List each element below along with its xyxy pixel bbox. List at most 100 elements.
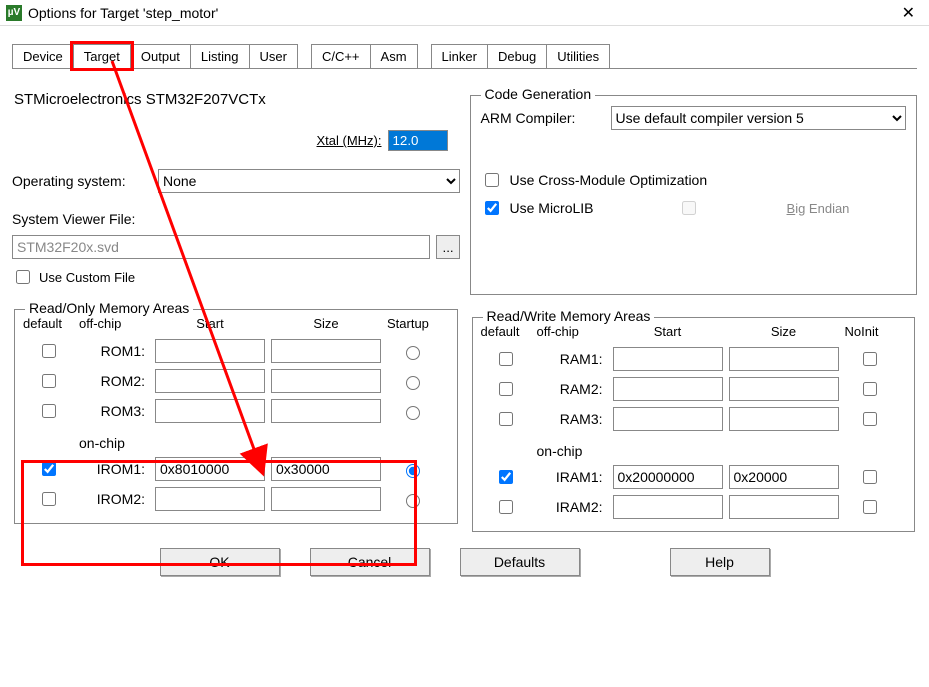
- code-gen-legend: Code Generation: [481, 86, 596, 102]
- ram3-label: RAM3:: [537, 411, 607, 427]
- use-custom-file-label: Use Custom File: [39, 270, 135, 285]
- rom2-label: ROM2:: [79, 373, 149, 389]
- iram2-noinit-checkbox[interactable]: [863, 500, 877, 514]
- rom1-label: ROM1:: [79, 343, 149, 359]
- cross-module-label: Use Cross-Module Optimization: [510, 172, 708, 188]
- irom1-size[interactable]: [271, 457, 381, 481]
- readonly-legend: Read/Only Memory Areas: [25, 300, 193, 316]
- tab-linker[interactable]: Linker: [431, 44, 488, 68]
- ram1-default-checkbox[interactable]: [499, 352, 513, 366]
- tab-target[interactable]: Target: [73, 44, 131, 68]
- tab-utilities[interactable]: Utilities: [546, 44, 610, 68]
- tab-output[interactable]: Output: [130, 44, 191, 68]
- right-column: Code Generation ARM Compiler: Use defaul…: [470, 87, 918, 532]
- left-column: STMicroelectronics STM32F207VCTx Xtal (M…: [12, 87, 460, 532]
- readwrite-legend: Read/Write Memory Areas: [483, 308, 655, 324]
- os-label: Operating system:: [12, 173, 152, 189]
- rw-hdr-size: Size: [729, 324, 839, 341]
- ram2-noinit-checkbox[interactable]: [863, 382, 877, 396]
- ro-onchip-label: on-chip: [79, 429, 149, 451]
- irom2-startup-radio[interactable]: [406, 494, 420, 508]
- rom3-default-checkbox[interactable]: [42, 404, 56, 418]
- ram3-size[interactable]: [729, 407, 839, 431]
- ro-hdr-size: Size: [271, 316, 381, 333]
- rom1-default-checkbox[interactable]: [42, 344, 56, 358]
- ram3-start[interactable]: [613, 407, 723, 431]
- defaults-button[interactable]: Defaults: [460, 548, 580, 576]
- rom1-size[interactable]: [271, 339, 381, 363]
- sv-label: System Viewer File:: [12, 211, 152, 227]
- rom3-start[interactable]: [155, 399, 265, 423]
- tab-bar: Device Target Output Listing User C/C++ …: [12, 44, 917, 69]
- dialog-buttons: OK Cancel Defaults Help: [12, 548, 917, 582]
- iram1-label: IRAM1:: [537, 469, 607, 485]
- iram1-noinit-checkbox[interactable]: [863, 470, 877, 484]
- cross-module-checkbox[interactable]: [485, 173, 499, 187]
- iram1-default-checkbox[interactable]: [499, 470, 513, 484]
- iram2-label: IRAM2:: [537, 499, 607, 515]
- bigendian-label: Big Endian: [787, 201, 850, 216]
- ram2-size[interactable]: [729, 377, 839, 401]
- code-gen-fieldset: Code Generation ARM Compiler: Use defaul…: [470, 95, 918, 295]
- device-name: STMicroelectronics STM32F207VCTx: [12, 87, 460, 112]
- os-select[interactable]: None: [158, 169, 460, 193]
- bigendian-checkbox: [682, 201, 696, 215]
- microlib-checkbox[interactable]: [485, 201, 499, 215]
- irom2-size[interactable]: [271, 487, 381, 511]
- iram1-start[interactable]: [613, 465, 723, 489]
- ram1-size[interactable]: [729, 347, 839, 371]
- titlebar: µV Options for Target 'step_motor' ✕: [0, 0, 929, 26]
- cancel-button[interactable]: Cancel: [310, 548, 430, 576]
- ro-hdr-startup: Startup: [387, 316, 437, 333]
- use-custom-file-checkbox[interactable]: [16, 270, 30, 284]
- xtal-label: Xtal (MHz):: [317, 133, 382, 148]
- tab-cpp[interactable]: C/C++: [311, 44, 371, 68]
- rom1-start[interactable]: [155, 339, 265, 363]
- arm-compiler-select[interactable]: Use default compiler version 5: [611, 106, 907, 130]
- irom2-start[interactable]: [155, 487, 265, 511]
- window-title: Options for Target 'step_motor': [28, 5, 894, 21]
- rom1-startup-radio[interactable]: [406, 346, 420, 360]
- rom2-default-checkbox[interactable]: [42, 374, 56, 388]
- iram1-size[interactable]: [729, 465, 839, 489]
- arm-compiler-label: ARM Compiler:: [481, 110, 601, 126]
- irom1-startup-radio[interactable]: [406, 464, 420, 478]
- irom1-label: IROM1:: [79, 461, 149, 477]
- ram1-label: RAM1:: [537, 351, 607, 367]
- iram2-default-checkbox[interactable]: [499, 500, 513, 514]
- ram3-noinit-checkbox[interactable]: [863, 412, 877, 426]
- iram2-size[interactable]: [729, 495, 839, 519]
- rom2-start[interactable]: [155, 369, 265, 393]
- irom2-label: IROM2:: [79, 491, 149, 507]
- ram1-noinit-checkbox[interactable]: [863, 352, 877, 366]
- ro-hdr-default: default: [23, 316, 73, 333]
- irom1-start[interactable]: [155, 457, 265, 481]
- irom2-default-checkbox[interactable]: [42, 492, 56, 506]
- ram2-default-checkbox[interactable]: [499, 382, 513, 396]
- ram3-default-checkbox[interactable]: [499, 412, 513, 426]
- help-button[interactable]: Help: [670, 548, 770, 576]
- close-icon[interactable]: ✕: [894, 3, 923, 23]
- sv-browse-button[interactable]: ...: [436, 235, 460, 259]
- tab-device[interactable]: Device: [12, 44, 74, 68]
- rom3-size[interactable]: [271, 399, 381, 423]
- irom1-default-checkbox[interactable]: [42, 462, 56, 476]
- rom2-startup-radio[interactable]: [406, 376, 420, 390]
- microlib-label: Use MicroLIB: [510, 200, 594, 216]
- ro-hdr-start: Start: [155, 316, 265, 333]
- tab-asm[interactable]: Asm: [370, 44, 418, 68]
- xtal-input[interactable]: [388, 130, 448, 151]
- ok-button[interactable]: OK: [160, 548, 280, 576]
- iram2-start[interactable]: [613, 495, 723, 519]
- rom3-startup-radio[interactable]: [406, 406, 420, 420]
- sv-file-input: [12, 235, 430, 259]
- tab-debug[interactable]: Debug: [487, 44, 547, 68]
- ram1-start[interactable]: [613, 347, 723, 371]
- readwrite-fieldset: Read/Write Memory Areas default off-chip…: [472, 317, 916, 532]
- rom2-size[interactable]: [271, 369, 381, 393]
- tab-listing[interactable]: Listing: [190, 44, 250, 68]
- rw-onchip-label: on-chip: [537, 437, 607, 459]
- ram2-start[interactable]: [613, 377, 723, 401]
- tab-user[interactable]: User: [249, 44, 298, 68]
- ram2-label: RAM2:: [537, 381, 607, 397]
